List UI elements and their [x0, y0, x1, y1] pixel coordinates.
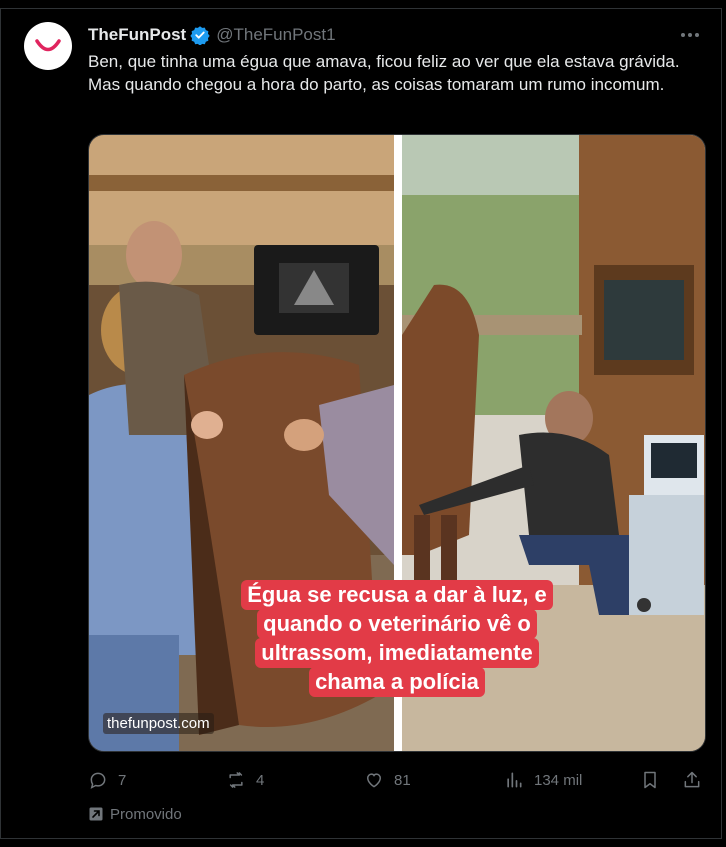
media-caption: Égua se recusa a dar à luz, e quando o v… [89, 580, 705, 697]
tweet-text: Ben, que tinha uma égua que amava, ficou… [88, 52, 680, 94]
views-button[interactable]: 134 mil [504, 766, 582, 794]
repost-count: 4 [256, 771, 265, 789]
like-button[interactable]: 81 [364, 766, 411, 794]
repost-button[interactable]: 4 [226, 766, 264, 794]
avatar-smile-icon [35, 39, 61, 52]
tweet-actions: 7 4 81 134 mil [88, 766, 708, 794]
caption-line: Égua se recusa a dar à luz, e [241, 580, 553, 610]
caption-line: ultrassom, imediatamente [255, 638, 539, 668]
tweet-header: TheFunPost @TheFunPost1 [88, 24, 702, 46]
reply-count: 7 [118, 771, 127, 789]
share-icon [684, 771, 700, 788]
tweet-media-image[interactable]: Égua se recusa a dar à luz, e quando o v… [88, 134, 706, 752]
author-name[interactable]: TheFunPost [88, 25, 186, 45]
like-count: 81 [394, 771, 411, 789]
bookmark-button[interactable] [640, 766, 660, 794]
caption-line: quando o veterinário vê o [257, 609, 537, 639]
promoted-label: Promovido [88, 804, 182, 824]
views-icon [507, 772, 522, 788]
more-button[interactable] [678, 24, 702, 46]
caption-line: chama a polícia [309, 667, 485, 697]
repost-icon [229, 772, 243, 788]
promoted-icon [89, 807, 103, 821]
reply-button[interactable]: 7 [88, 766, 126, 794]
promoted-text: Promovido [110, 805, 182, 823]
bookmark-icon [644, 771, 656, 789]
verified-badge-icon[interactable] [190, 25, 210, 45]
more-icon [681, 33, 699, 37]
author-handle[interactable]: @TheFunPost1 [216, 25, 335, 45]
like-icon [366, 773, 382, 788]
media-watermark: thefunpost.com [103, 713, 214, 734]
views-count: 134 mil [534, 771, 583, 789]
share-button[interactable] [682, 766, 702, 794]
reply-icon [90, 772, 106, 789]
avatar[interactable] [24, 22, 72, 70]
